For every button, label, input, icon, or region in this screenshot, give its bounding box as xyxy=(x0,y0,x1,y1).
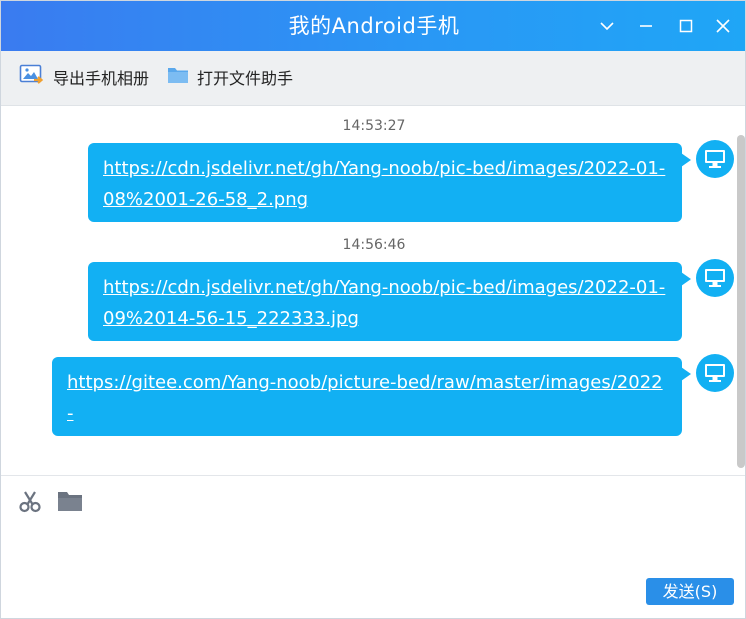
scissors-icon[interactable] xyxy=(17,489,43,513)
message-timestamp: 14:56:46 xyxy=(342,237,406,253)
monitor-icon xyxy=(696,259,734,297)
open-file-helper-label: 打开文件助手 xyxy=(197,69,294,88)
open-file-helper-button[interactable]: 打开文件助手 xyxy=(167,63,293,91)
monitor-icon xyxy=(696,354,734,392)
export-photos-label: 导出手机相册 xyxy=(53,69,150,88)
divider xyxy=(1,475,745,476)
message-input[interactable] xyxy=(11,521,737,571)
folder-icon[interactable] xyxy=(57,490,83,512)
maximize-icon[interactable] xyxy=(671,11,701,41)
message-bubble: https://gitee.com/Yang-noob/picture-bed/… xyxy=(52,357,691,455)
message-list[interactable]: 14:53:27 https://cdn.jsdelivr.net/gh/Yan… xyxy=(1,107,745,475)
input-toolbar xyxy=(17,488,83,514)
minimize-icon[interactable] xyxy=(631,11,661,41)
message-bubble: https://cdn.jsdelivr.net/gh/Yang-noob/pi… xyxy=(88,143,691,222)
export-photos-button[interactable]: 导出手机相册 xyxy=(19,63,149,91)
message-link[interactable]: https://gitee.com/Yang-noob/picture-bed/… xyxy=(67,372,663,455)
message-link[interactable]: https://cdn.jsdelivr.net/gh/Yang-noob/pi… xyxy=(103,158,665,210)
send-button[interactable]: 发送(S) xyxy=(646,578,734,605)
close-icon[interactable] xyxy=(708,11,738,41)
folder-icon xyxy=(167,65,189,89)
toolbar: 导出手机相册 打开文件助手 xyxy=(1,51,745,106)
title-bar[interactable]: 我的Android手机 xyxy=(1,1,745,51)
message-bubble: https://cdn.jsdelivr.net/gh/Yang-noob/pi… xyxy=(88,262,691,341)
monitor-icon xyxy=(696,140,734,178)
scrollbar[interactable] xyxy=(737,135,745,468)
message-timestamp: 14:53:27 xyxy=(342,118,406,134)
chat-window: 我的Android手机 导出手机相册 打开文件助手 14:53:27 https… xyxy=(0,0,746,619)
chevron-down-icon[interactable] xyxy=(592,11,622,41)
message-link[interactable]: https://cdn.jsdelivr.net/gh/Yang-noob/pi… xyxy=(103,277,665,329)
photo-export-icon xyxy=(19,63,45,91)
